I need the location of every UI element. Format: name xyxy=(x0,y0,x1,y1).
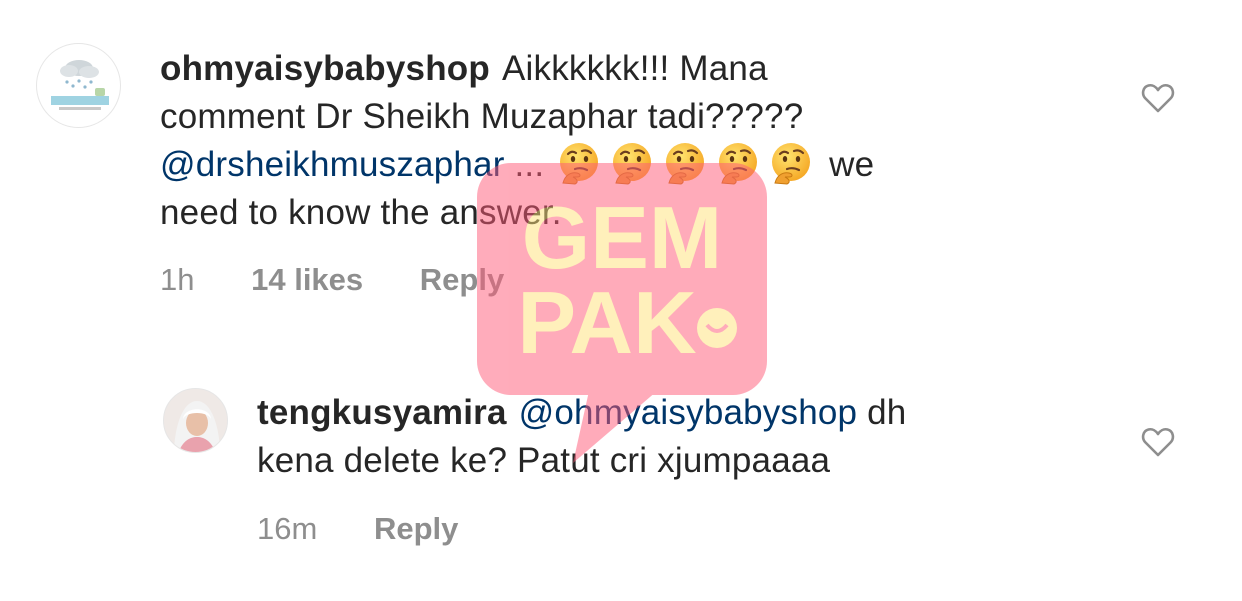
thinking-face-emoji-icon xyxy=(560,143,599,185)
watermark-smile-icon xyxy=(697,308,737,348)
like-heart-icon[interactable] xyxy=(1141,426,1175,458)
comment-1-ellipsis: ... xyxy=(504,145,555,184)
thinking-face-emoji-icon xyxy=(666,143,705,185)
like-heart-icon[interactable] xyxy=(1141,82,1175,114)
comment-1-mention[interactable]: @drsheikhmuszaphar xyxy=(160,145,505,184)
comment-1-text-line3-tail: we xyxy=(819,145,875,184)
comment-2-mention[interactable]: @ohmyaisybabyshop xyxy=(519,393,858,432)
comment-1-text-line1: Aikkkkkk!!! Mana xyxy=(501,49,768,88)
comment-1-reply-button[interactable]: Reply xyxy=(420,262,504,297)
comment-1-body: ohmyaisybabyshop Aikkkkkk!!! Mana comment… xyxy=(160,45,1160,237)
thinking-face-emoji-icon xyxy=(719,143,758,185)
comment-1-likes[interactable]: 14 likes xyxy=(251,262,363,297)
comment-1-time: 1h xyxy=(160,262,195,297)
comment-2-text-line2: kena delete ke? Patut cri xjumpaaaa xyxy=(257,441,831,480)
comment-2-body: tengkusyamira @ohmyaisybabyshop dh kena d… xyxy=(257,389,1137,485)
profile-photo-icon xyxy=(164,389,227,452)
comment-2-username[interactable]: tengkusyamira xyxy=(257,393,507,432)
comment-2-reply-button[interactable]: Reply xyxy=(374,511,458,546)
comment-2-time: 16m xyxy=(257,511,318,546)
avatar-ohmyaisybabyshop[interactable] xyxy=(36,43,121,128)
thinking-face-emoji-icon xyxy=(613,143,652,185)
comment-2-meta: 16m Reply xyxy=(257,511,506,547)
comment-1-text-line4: need to know the answer. xyxy=(160,193,562,232)
comment-1-text-line2: comment Dr Sheikh Muzaphar tadi????? xyxy=(160,97,804,136)
emoji-row xyxy=(554,143,819,185)
thinking-face-emoji-icon xyxy=(772,143,811,185)
comment-1-username[interactable]: ohmyaisybabyshop xyxy=(160,49,490,88)
avatar-tengkusyamira[interactable] xyxy=(163,388,228,453)
shop-logo-icon xyxy=(51,60,109,110)
comment-1-meta: 1h 14 likes Reply xyxy=(160,262,552,298)
comment-2-text-line1-tail: dh xyxy=(857,393,907,432)
